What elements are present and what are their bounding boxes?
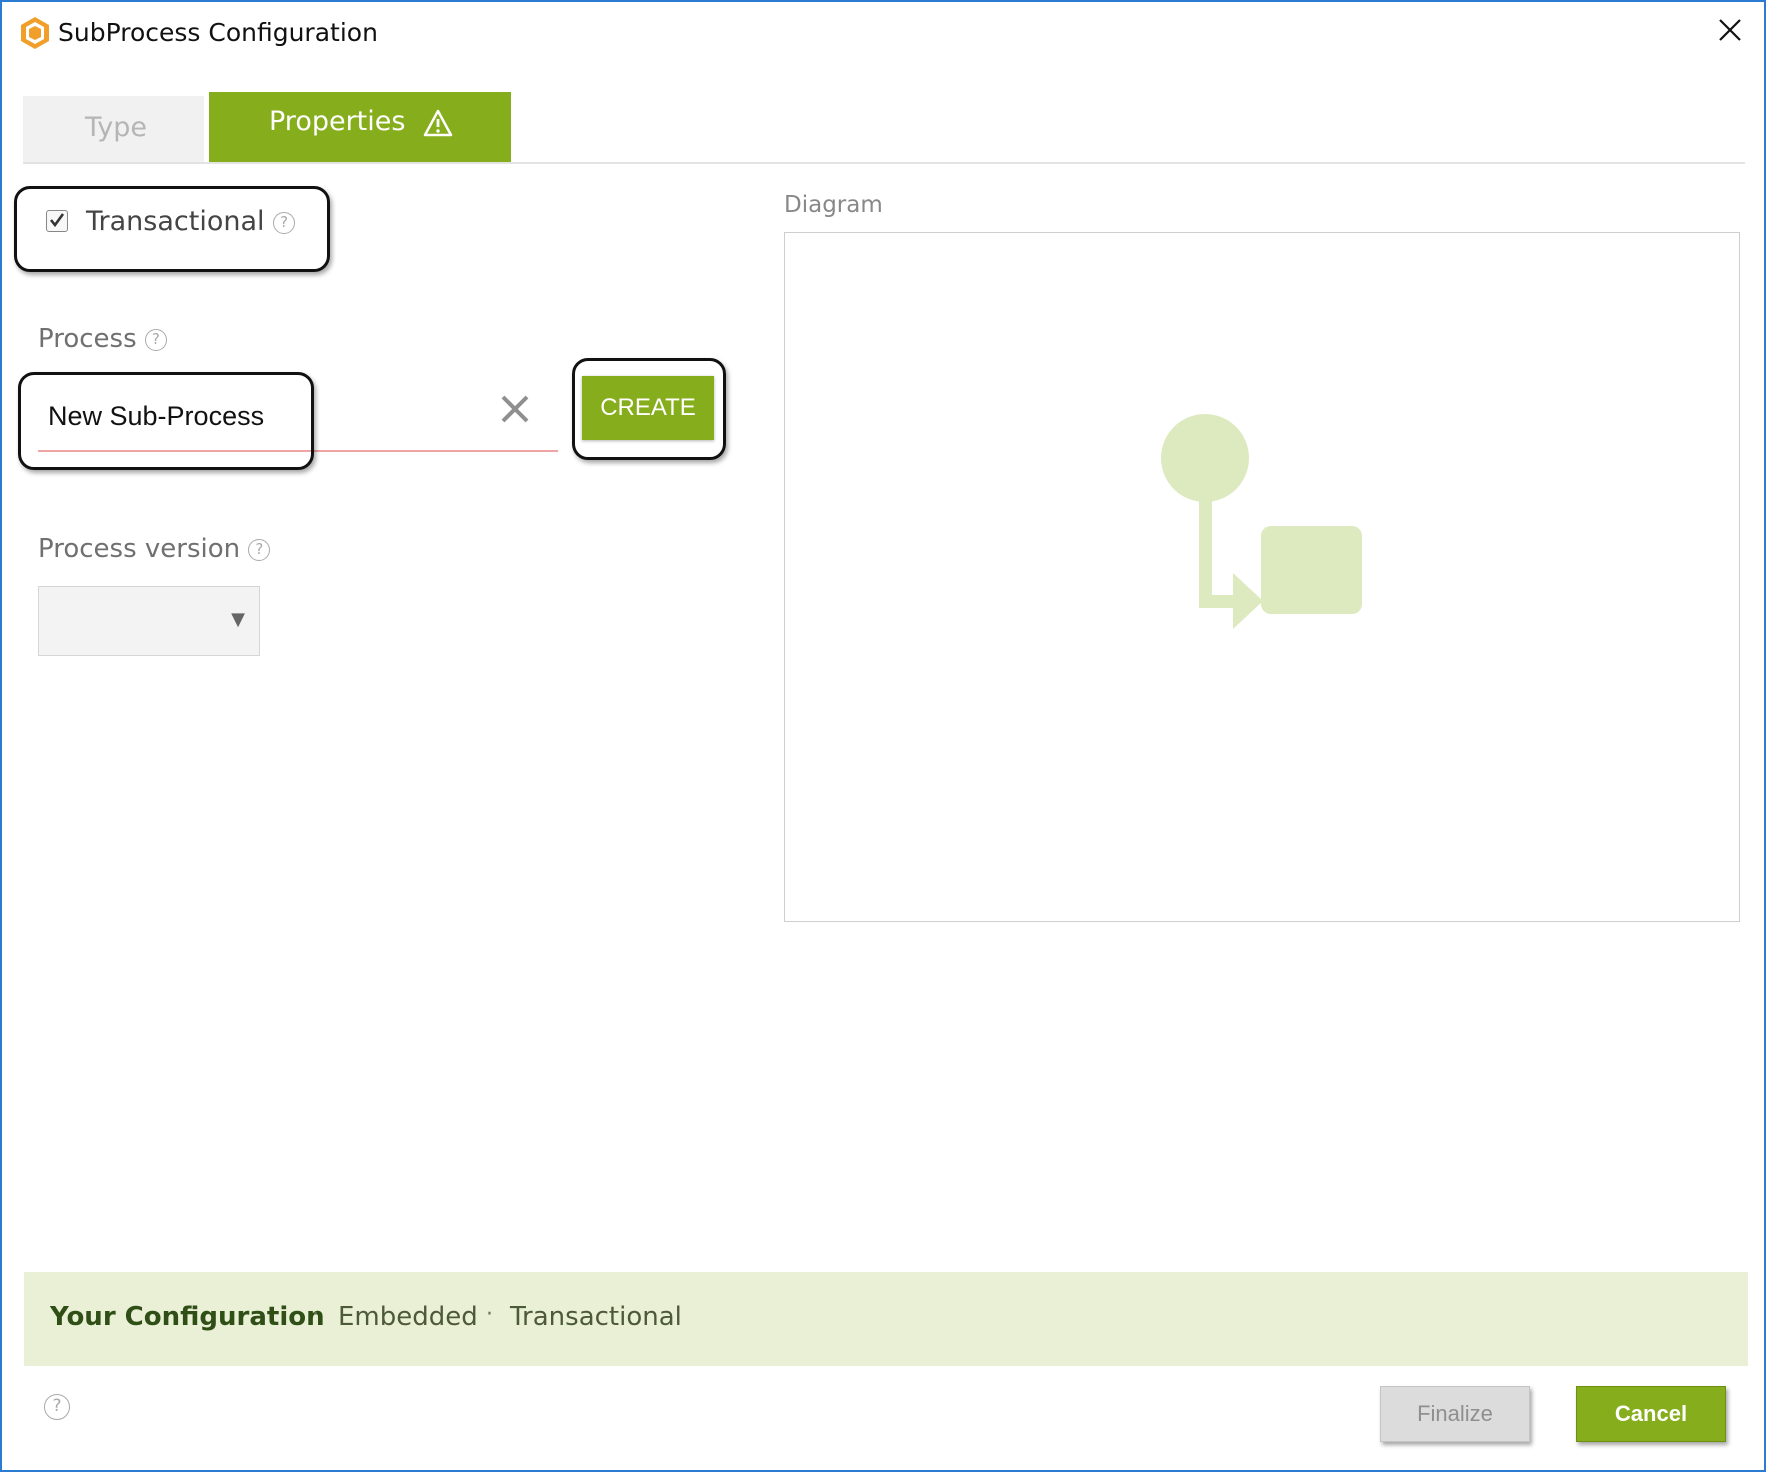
help-icon[interactable]: ? xyxy=(273,211,296,234)
process-version-select[interactable]: ▼ xyxy=(38,586,260,656)
create-button[interactable]: CREATE xyxy=(582,376,714,440)
config-item-transactional: Transactional xyxy=(510,1302,682,1332)
process-label-text: Process xyxy=(38,324,137,354)
diagram-panel xyxy=(784,232,1740,922)
tab-type[interactable]: Type xyxy=(23,96,204,162)
process-input[interactable] xyxy=(38,382,558,452)
clear-icon[interactable] xyxy=(498,392,532,426)
process-version-label: Process version ? xyxy=(38,534,271,564)
tab-type-label: Type xyxy=(85,112,148,143)
close-icon[interactable] xyxy=(1714,14,1746,46)
transactional-checkbox[interactable] xyxy=(46,210,68,232)
tab-bar: Type Properties xyxy=(23,92,1745,164)
diagram-label: Diagram xyxy=(784,192,883,218)
transactional-label: Transactional ? xyxy=(86,206,296,237)
transactional-text: Transactional xyxy=(86,206,265,237)
checkmark-icon xyxy=(49,213,65,228)
config-item-embedded: Embedded xyxy=(338,1302,478,1332)
separator: · xyxy=(486,1302,493,1327)
help-icon[interactable]: ? xyxy=(44,1394,70,1420)
subprocess-app-icon xyxy=(21,17,49,49)
configuration-summary: Your Configuration · Embedded · Transact… xyxy=(24,1272,1748,1366)
dropdown-arrow-icon: ▼ xyxy=(231,609,245,630)
diagram-placeholder-icon xyxy=(1161,414,1362,629)
separator: · xyxy=(312,1302,319,1327)
cancel-button[interactable]: Cancel xyxy=(1576,1386,1726,1442)
help-icon[interactable]: ? xyxy=(144,328,167,351)
process-label: Process ? xyxy=(38,324,167,354)
finalize-button: Finalize xyxy=(1380,1386,1530,1442)
warning-icon xyxy=(423,109,453,137)
process-version-label-text: Process version xyxy=(38,534,241,564)
tab-properties-label: Properties xyxy=(269,106,406,137)
tab-properties[interactable]: Properties xyxy=(209,92,511,162)
configuration-title: Your Configuration xyxy=(50,1302,325,1332)
help-icon[interactable]: ? xyxy=(248,538,271,561)
window-title: SubProcess Configuration xyxy=(58,18,378,47)
dialog-window: SubProcess Configuration Type Properties xyxy=(0,0,1766,1472)
title-bar: SubProcess Configuration xyxy=(2,2,1764,62)
